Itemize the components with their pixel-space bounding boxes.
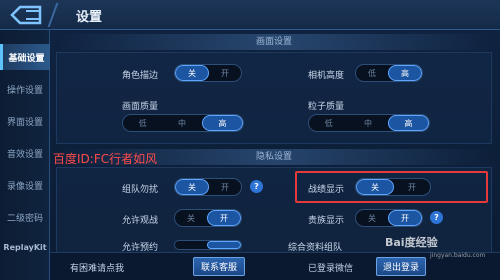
allow-reserve-toggle[interactable] [174, 240, 242, 250]
section-header-display: 画面设置 [56, 34, 492, 50]
contact-support-button[interactable]: 联系客服 [193, 257, 245, 276]
record-display-label: 战绩显示 [308, 185, 345, 195]
toggle-option-low[interactable]: 低 [356, 65, 388, 81]
sidebar-item-sound-settings[interactable]: 音效设置 [0, 140, 50, 166]
toggle-option-on[interactable]: 开 [209, 65, 241, 81]
team-dnd-label: 组队勿扰 [122, 185, 159, 195]
team-dnd-help-icon[interactable]: ? [250, 180, 263, 193]
toggle-option-on[interactable]: 开 [207, 210, 241, 226]
character-outline-label: 角色描边 [122, 71, 159, 81]
back-arrow-icon [10, 5, 42, 25]
baidu-watermark-url: jingyan.baidu.com [430, 252, 486, 259]
logout-button[interactable]: 退出登录 [376, 257, 426, 276]
quality-option-low[interactable]: 低 [123, 115, 162, 131]
noble-display-label: 贵族显示 [308, 216, 345, 226]
team-dnd-toggle[interactable]: 关 开 [174, 178, 242, 196]
graphics-quality-selector[interactable]: 低 中 高 [122, 114, 244, 132]
toggle-option-off[interactable] [175, 241, 207, 249]
toggle-option-high[interactable]: 高 [388, 65, 422, 81]
particle-quality-label: 粒子质量 [308, 102, 345, 112]
quality-option-medium[interactable]: 中 [162, 115, 201, 131]
watermark-text: 百度ID:FC行者如风 [53, 152, 158, 166]
toggle-option-on[interactable]: 开 [388, 210, 422, 226]
divider [47, 3, 59, 27]
character-outline-toggle[interactable]: 关 开 [174, 64, 242, 82]
noble-display-toggle[interactable]: 关 开 [355, 209, 423, 227]
allow-spectate-label: 允许观战 [122, 216, 159, 226]
camera-height-toggle[interactable]: 低 高 [355, 64, 423, 82]
sidebar-item-basic-settings[interactable]: 基础设置 [0, 44, 50, 70]
sidebar-item-secondary-password[interactable]: 二级密码 [0, 204, 50, 230]
toggle-option-off[interactable]: 关 [175, 65, 209, 81]
graphics-quality-label: 画面质量 [122, 102, 159, 112]
page-title: 设置 [76, 10, 103, 25]
particle-option-high[interactable]: 高 [387, 115, 429, 131]
particle-option-low[interactable]: 低 [309, 115, 348, 131]
noble-display-help-icon[interactable]: ? [430, 211, 443, 224]
toggle-option-on[interactable]: 开 [209, 179, 241, 195]
sidebar-item-recording-settings[interactable]: 录像设置 [0, 172, 50, 198]
toggle-option-on[interactable] [207, 241, 241, 249]
record-display-toggle[interactable]: 关 开 [355, 178, 431, 196]
sidebar-item-interface-settings[interactable]: 界面设置 [0, 108, 50, 134]
sidebar-item-replaykit[interactable]: ReplayKit [0, 234, 50, 260]
back-button[interactable] [6, 3, 46, 27]
sidebar-item-control-settings[interactable]: 操作设置 [0, 76, 50, 102]
camera-height-label: 相机高度 [308, 71, 345, 81]
login-status-text: 已登录微信 [308, 264, 354, 274]
display-panel [56, 52, 492, 144]
toggle-option-off[interactable]: 关 [356, 179, 394, 195]
toggle-option-off[interactable]: 关 [356, 210, 388, 226]
toggle-option-off[interactable]: 关 [175, 179, 209, 195]
particle-option-medium[interactable]: 中 [348, 115, 387, 131]
allow-spectate-toggle[interactable]: 关 开 [174, 209, 242, 227]
top-bar: 设置 [0, 0, 500, 30]
particle-quality-selector[interactable]: 低 中 高 [308, 114, 430, 132]
sidebar: 基础设置 操作设置 界面设置 音效设置 录像设置 二级密码 ReplayKit [0, 30, 50, 280]
help-prompt-text: 有困难请点我 [70, 264, 125, 274]
toggle-option-off[interactable]: 关 [175, 210, 207, 226]
toggle-option-on[interactable]: 开 [394, 179, 430, 195]
quality-option-high[interactable]: 高 [201, 115, 243, 131]
baidu-watermark: Bai度经验 [385, 236, 438, 249]
